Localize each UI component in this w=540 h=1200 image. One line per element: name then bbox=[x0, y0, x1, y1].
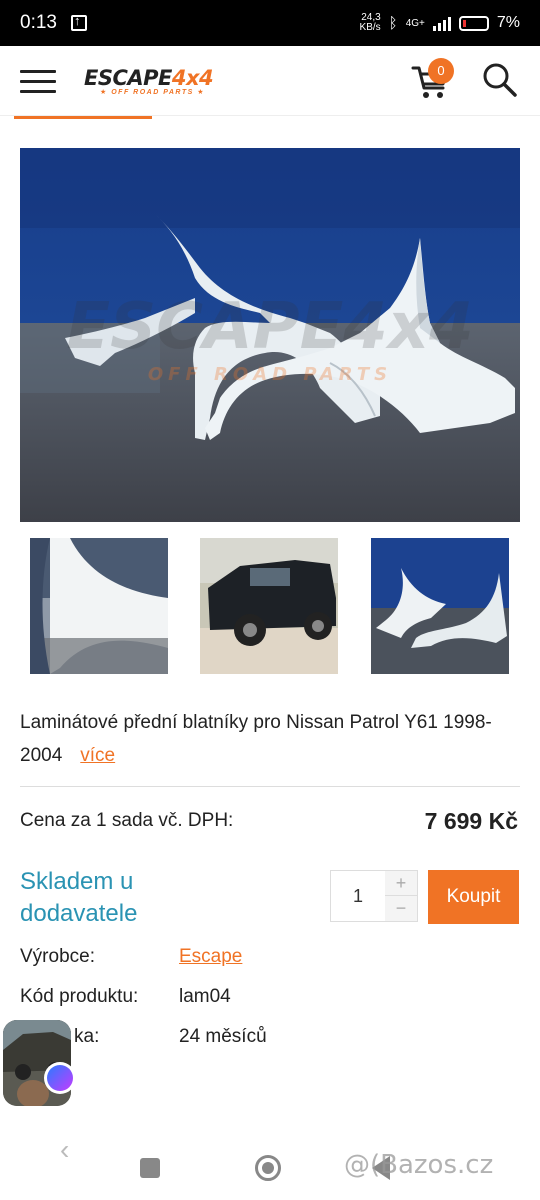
price-value: 7 699 Kč bbox=[424, 808, 518, 834]
product-description: Laminátové přední blatníky pro Nissan Pa… bbox=[20, 712, 492, 766]
messenger-icon[interactable] bbox=[44, 1062, 76, 1094]
menu-icon[interactable] bbox=[20, 70, 56, 93]
upload-icon bbox=[70, 13, 87, 31]
site-header: ESCAPE4x4 ★ OFF ROAD PARTS ★ 0 bbox=[0, 46, 540, 116]
quantity-stepper: 1 + − bbox=[330, 870, 418, 922]
active-tab-indicator bbox=[14, 116, 152, 119]
stock-status: Skladem u dodavatele bbox=[20, 868, 138, 927]
product-code: lam04 bbox=[179, 986, 231, 1007]
spec-label-code: Kód produktu: bbox=[20, 986, 139, 1007]
quantity-minus-button[interactable]: − bbox=[385, 896, 417, 921]
spec-label-warranty: ka: bbox=[74, 1026, 100, 1047]
bluetooth-icon: ᛒ bbox=[388, 14, 398, 32]
network-speed: 24,3 KB/s bbox=[359, 12, 381, 33]
svg-text:ESCAPE4x4: ESCAPE4x4 bbox=[66, 290, 473, 364]
thumbnail-1[interactable] bbox=[30, 538, 168, 674]
price-label: Cena za 1 sada vč. DPH: bbox=[20, 810, 234, 831]
status-bar: 0:13 24,3 KB/s ᛒ 4G+ 7% bbox=[0, 0, 540, 46]
battery-icon bbox=[458, 15, 489, 31]
buy-button[interactable]: Koupit bbox=[428, 870, 519, 924]
thumbnail-2[interactable] bbox=[200, 538, 338, 674]
watermark: @(Bazos.cz bbox=[344, 1150, 494, 1180]
search-icon[interactable] bbox=[480, 60, 520, 100]
signal-icon bbox=[432, 15, 451, 31]
status-time: 0:13 bbox=[20, 12, 57, 33]
manufacturer-link[interactable]: Escape bbox=[179, 946, 242, 968]
cart-count-badge: 0 bbox=[428, 58, 454, 84]
warranty-value: 24 měsíců bbox=[179, 1026, 267, 1047]
logo-tagline: ★ OFF ROAD PARTS ★ bbox=[100, 89, 206, 96]
quantity-plus-button[interactable]: + bbox=[385, 871, 417, 896]
spec-label-manufacturer: Výrobce: bbox=[20, 946, 95, 967]
site-logo[interactable]: ESCAPE4x4 bbox=[84, 66, 214, 90]
home-button[interactable] bbox=[255, 1155, 281, 1181]
chevron-left-icon[interactable]: ‹ bbox=[60, 1134, 69, 1166]
network-type: 4G+ bbox=[405, 17, 425, 29]
thumbnail-3[interactable] bbox=[371, 538, 509, 674]
quantity-input[interactable]: 1 bbox=[331, 871, 386, 921]
svg-text:OFF ROAD PARTS: OFF ROAD PARTS bbox=[148, 364, 392, 385]
product-thumbnails: ‹ bbox=[30, 538, 510, 1165]
more-link[interactable]: více bbox=[80, 745, 115, 766]
product-main-image[interactable]: ESCAPE4x4 OFF ROAD PARTS bbox=[20, 148, 520, 522]
divider bbox=[20, 786, 520, 787]
battery-percent: 7% bbox=[496, 14, 520, 31]
recents-button[interactable] bbox=[140, 1158, 160, 1178]
